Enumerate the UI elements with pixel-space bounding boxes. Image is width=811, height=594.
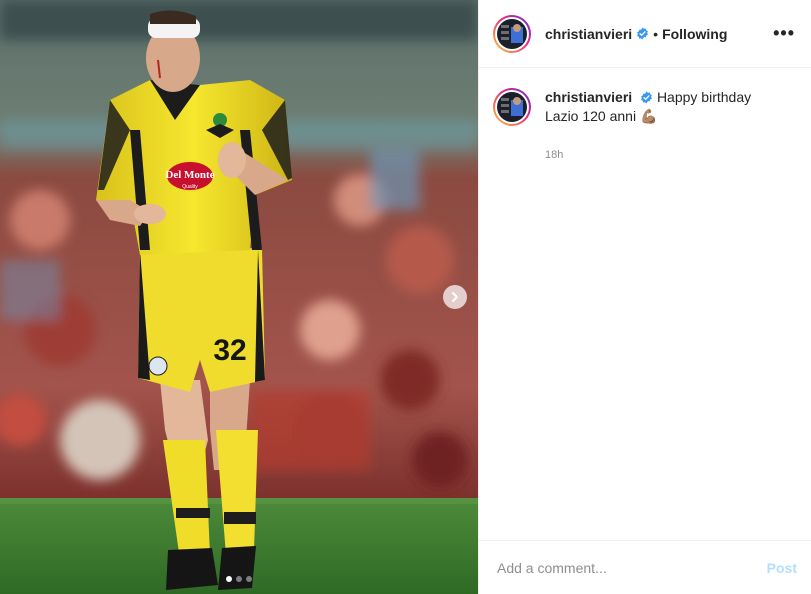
carousel-indicator — [0, 576, 478, 582]
next-slide-button[interactable] — [443, 285, 467, 309]
caption-username-link[interactable]: christianvieri — [545, 89, 632, 105]
following-button[interactable]: Following — [662, 26, 727, 42]
carousel-dot — [226, 576, 232, 582]
post-photo[interactable]: Del Monte Quality 32 — [0, 0, 478, 594]
post-caption: christianvieri Happy birthday Lazio 120 … — [479, 68, 811, 165]
username-link[interactable]: christianvieri — [545, 26, 632, 42]
shirt-number-text: 32 — [213, 334, 246, 367]
separator-dot: • — [653, 25, 659, 42]
chevron-right-icon — [452, 292, 458, 302]
post-comment-button[interactable]: Post — [767, 560, 797, 576]
profile-picture — [497, 92, 527, 122]
verified-badge-icon — [641, 91, 652, 104]
comment-input[interactable] — [495, 558, 767, 577]
post-side-panel: christianvieri • Following ••• christian… — [478, 0, 811, 594]
more-options-button[interactable]: ••• — [773, 23, 797, 44]
sponsor-sub-text: Quality — [182, 184, 198, 190]
post-timestamp[interactable]: 18h — [545, 146, 785, 165]
profile-picture — [497, 18, 527, 49]
carousel-dot — [246, 576, 252, 582]
football-player-photo: Del Monte Quality 32 — [0, 0, 478, 594]
comment-bar: Post — [479, 540, 811, 594]
sponsor-text: Del Monte — [165, 169, 214, 181]
avatar[interactable] — [493, 14, 531, 53]
post-header: christianvieri • Following ••• — [479, 0, 811, 68]
avatar[interactable] — [493, 88, 531, 126]
carousel-dot — [236, 576, 242, 582]
caption-body: christianvieri Happy birthday Lazio 120 … — [545, 88, 785, 165]
flexed-biceps-emoji: 💪🏽 — [639, 108, 658, 124]
verified-badge-icon — [637, 27, 649, 40]
instagram-post-modal: Del Monte Quality 32 christianvieri • Fo… — [0, 0, 811, 594]
